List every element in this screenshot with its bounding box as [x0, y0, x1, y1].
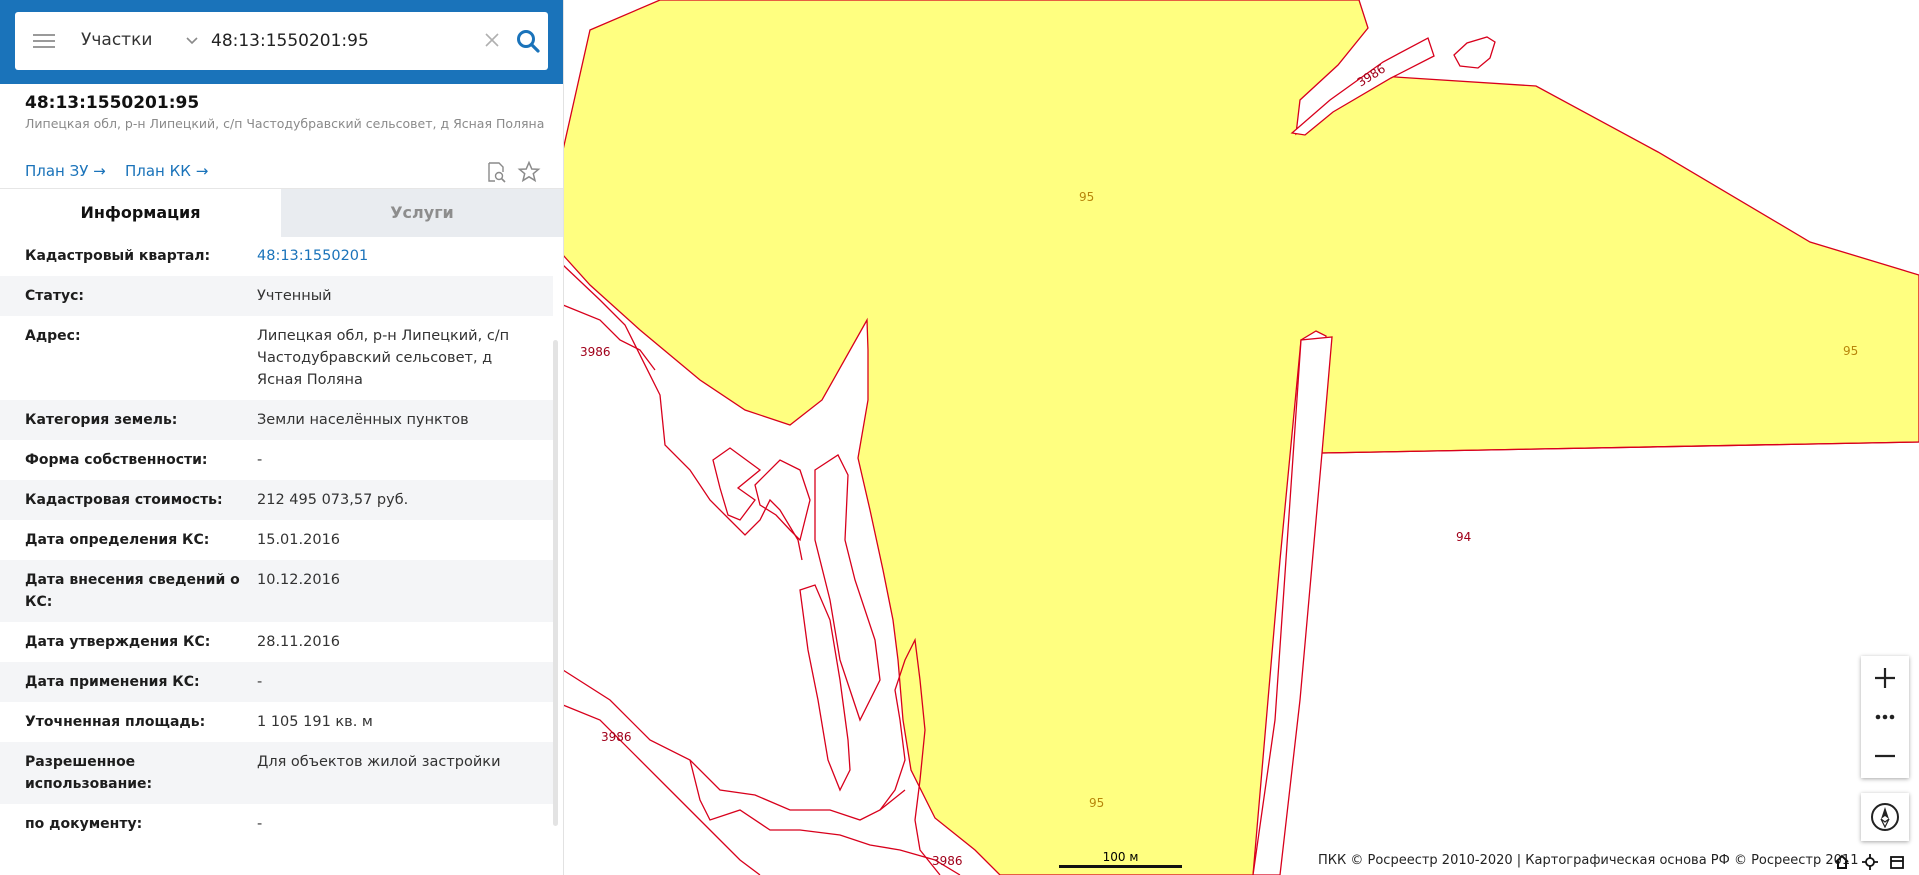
info-row: Дата применения КС: - — [0, 662, 553, 702]
info-row: Дата внесения сведений о КС: 10.12.2016 — [0, 560, 553, 622]
search-icon[interactable] — [514, 27, 542, 55]
info-value: 28.11.2016 — [257, 634, 341, 650]
info-label: Кадастровая стоимость: — [25, 492, 223, 508]
map-copyright: ПКК © Росреестр 2010-2020 | Картографиче… — [1318, 853, 1859, 868]
ellipsis-icon[interactable] — [1861, 700, 1909, 734]
minus-icon[interactable] — [1861, 734, 1909, 778]
info-row: Адрес: Липецкая обл, р-н Липецкий, с/п Ча… — [0, 316, 553, 400]
info-label: Уточненная площадь: — [25, 714, 206, 730]
scale-label: 100 м — [1102, 850, 1139, 864]
info-table: Кадастровый квартал: 48:13:1550201 Статус… — [0, 236, 553, 844]
info-label: Дата определения КС: — [25, 532, 210, 548]
info-label: Разрешенное использование: — [25, 754, 153, 792]
zoom-controls — [1861, 656, 1909, 778]
chevron-left-icon[interactable] — [565, 29, 579, 51]
map-label-94: 94 — [1456, 530, 1471, 544]
info-label: Статус: — [25, 288, 84, 304]
info-label: Форма собственности: — [25, 452, 208, 468]
layer-select[interactable]: Участки — [81, 30, 152, 50]
panel-scrollbar[interactable] — [553, 340, 558, 826]
info-value: - — [257, 452, 263, 468]
map-label-95-top: 95 — [1079, 190, 1094, 204]
info-value: - — [257, 816, 263, 832]
close-icon[interactable] — [481, 29, 503, 51]
info-row: Кадастровая стоимость: 212 495 073,57 руб… — [0, 480, 553, 520]
compass-icon[interactable] — [1861, 793, 1909, 841]
info-value: Для объектов жилой застройки — [257, 754, 501, 770]
map-label-95-bottom: 95 — [1089, 796, 1104, 810]
search-bar: Участки — [0, 0, 563, 84]
scale-line — [1059, 865, 1182, 868]
info-label: Адрес: — [25, 328, 81, 344]
map-label-95-right: 95 — [1843, 344, 1858, 358]
layers-icon[interactable] — [1889, 854, 1905, 870]
object-address: Липецкая обл, р-н Липецкий, с/п Частодуб… — [25, 116, 545, 131]
info-label: Дата утверждения КС: — [25, 634, 211, 650]
info-value: Липецкая обл, р-н Липецкий, с/п Частодуб… — [257, 328, 510, 388]
info-label: Дата применения КС: — [25, 674, 200, 690]
plan-kk-link[interactable]: План КК → — [125, 162, 208, 180]
object-cadastral-number: 48:13:1550201:95 — [25, 93, 200, 113]
info-value: Учтенный — [257, 288, 332, 304]
info-label: Категория земель: — [25, 412, 178, 428]
tab-services[interactable]: Услуги — [281, 189, 563, 237]
tab-bar: Информация Услуги — [0, 188, 563, 237]
star-icon[interactable] — [517, 160, 541, 184]
info-value: 1 105 191 кв. м — [257, 714, 373, 730]
search-box: Участки — [15, 12, 548, 70]
home-icon[interactable] — [1834, 854, 1850, 870]
info-row: Дата утверждения КС: 28.11.2016 — [0, 622, 553, 662]
info-row: Статус: Учтенный — [0, 276, 553, 316]
info-label: Кадастровый квартал: — [25, 248, 211, 264]
info-row: Форма собственности: - — [0, 440, 553, 480]
info-row: Разрешенное использование: Для объектов ж… — [0, 742, 553, 804]
info-row: Кадастровый квартал: 48:13:1550201 — [0, 236, 553, 276]
info-row: Категория земель: Земли населённых пункто… — [0, 400, 553, 440]
info-value: 10.12.2016 — [257, 572, 341, 588]
map-label-3986-b: 3986 — [580, 345, 611, 359]
plus-icon[interactable] — [1861, 656, 1909, 700]
search-input[interactable] — [211, 26, 481, 56]
cadastral-quarter-link[interactable]: 48:13:1550201 — [257, 245, 527, 267]
info-row: Уточненная площадь: 1 105 191 кв. м — [0, 702, 553, 742]
hamburger-icon[interactable] — [33, 31, 55, 51]
info-label: Дата внесения сведений о КС: — [25, 572, 240, 610]
map-label-3986-d: 3986 — [932, 854, 963, 868]
info-row: по документу: - — [0, 804, 553, 844]
plan-zu-link[interactable]: План ЗУ → — [25, 162, 106, 180]
chevron-down-icon[interactable] — [183, 31, 201, 49]
info-row: Дата определения КС: 15.01.2016 — [0, 520, 553, 560]
info-value: 15.01.2016 — [257, 532, 341, 548]
info-panel: Участки 48:13:1550201:95 Липецкая обл, р… — [0, 0, 564, 875]
document-search-icon[interactable] — [484, 160, 508, 184]
info-label: по документу: — [25, 816, 143, 832]
scale-bar: 100 м — [1059, 850, 1182, 868]
info-value: 212 495 073,57 руб. — [257, 492, 409, 508]
crosshair-icon[interactable] — [1862, 854, 1878, 870]
map-label-3986-c: 3986 — [601, 730, 632, 744]
info-value: Земли населённых пунктов — [257, 412, 469, 428]
tab-info[interactable]: Информация — [0, 189, 281, 237]
info-value: - — [257, 674, 263, 690]
